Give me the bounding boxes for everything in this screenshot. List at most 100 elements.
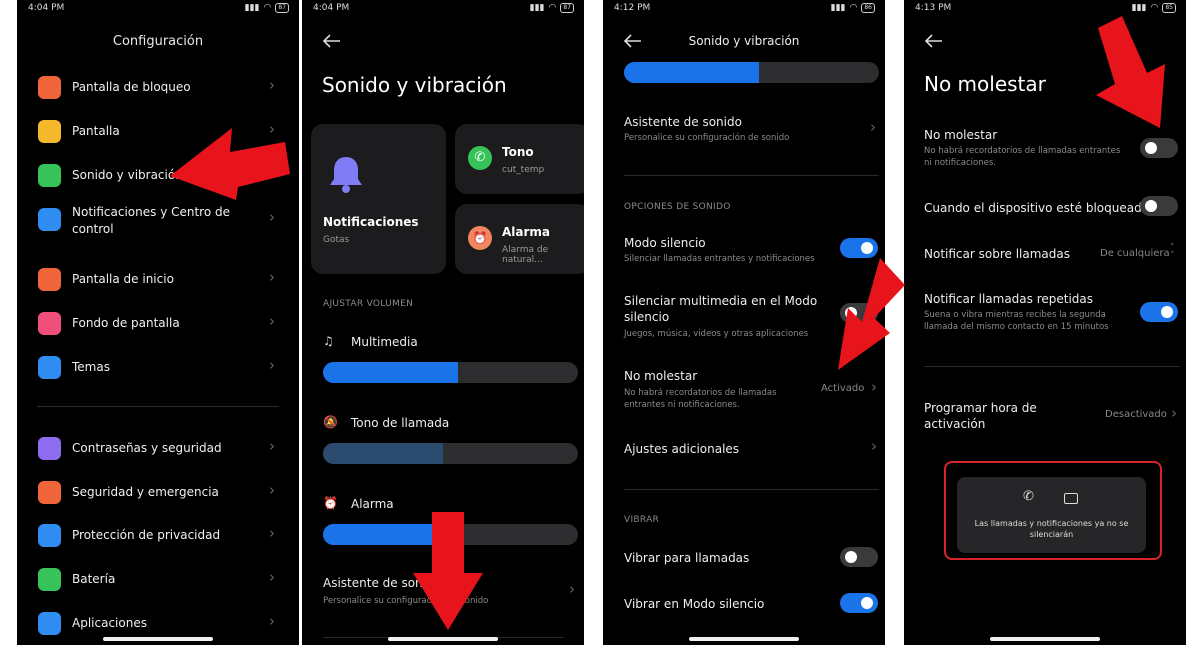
alarm-card[interactable]: ⏰ Alarma Alarma de natural... [455,204,584,274]
mute-media-subtitle: Juegos, música, videos y otras aplicacio… [624,329,809,339]
volume-slider-fill [323,524,456,545]
chevron-right-icon: › [269,481,275,499]
settings-item[interactable]: Pantalla de bloqueo › [17,76,299,104]
settings-item[interactable]: Fondo de pantalla › [17,312,299,340]
settings-item[interactable]: Temas › [17,356,299,384]
dnd-title: No molestar [924,128,998,142]
bell-icon [330,157,362,193]
section-header: VIBRAR [624,515,660,525]
settings-item[interactable]: Pantalla de inicio › [17,268,299,296]
schedule-title[interactable]: Programar hora de activación [924,400,1064,432]
status-bar: 4:12 PM ▮▮▮ ◠ 86 [603,3,885,17]
wifi-icon: ◠ [263,3,272,13]
alarm-clock-icon: ⏰ [468,226,492,250]
privacy-icon [38,524,61,547]
gear-icon [38,612,61,635]
section-header: OPCIONES DE SONIDO [624,202,731,212]
chevron-right-icon: › [269,76,275,94]
settings-item[interactable]: Aplicaciones › [17,612,299,640]
section-header: AJUSTAR VOLUMEN [323,299,414,309]
notify-calls-value: De cualquiera [1100,248,1170,259]
sound-assistant-title[interactable]: Asistente de sonido [323,575,441,591]
status-time: 4:04 PM [313,3,350,13]
volume-slider-fill [323,362,459,383]
sound-assistant-title[interactable]: Asistente de sonido [624,114,742,130]
gesture-bar[interactable] [990,637,1100,641]
wifi-icon: ◠ [849,3,858,13]
signal-icon: ▮▮▮ [830,3,846,13]
volume-slider[interactable] [323,443,578,464]
ringtone-card[interactable]: ✆ Tono cut_temp [455,124,584,194]
chevron-right-icon: › [269,208,275,226]
notification-icon [38,208,61,231]
chevron-right-icon: › [269,568,275,586]
volume-slider[interactable] [323,362,578,383]
status-bar: 4:04 PM ▮▮▮ ◠ 87 [302,3,584,17]
speaker-icon [38,164,61,187]
gesture-bar[interactable] [388,637,498,641]
wifi-icon: ◠ [1150,3,1159,13]
battery-status-icon: 86 [861,3,875,13]
chevron-right-icon: › [870,118,876,136]
repeat-calls-subtitle: Suena o vibra mientras recibes la segund… [924,310,1109,332]
silent-mode-subtitle: Silenciar llamadas entrantes y notificac… [624,254,815,264]
back-arrow-icon[interactable] [924,33,944,49]
settings-item[interactable]: Notificaciones y Centro de control › [17,205,299,236]
silent-mode-toggle[interactable] [840,238,878,258]
vibrate-silent-toggle[interactable] [840,593,878,613]
dnd-toggle[interactable] [1140,138,1178,158]
chevron-right-icon: › [569,580,575,598]
gesture-bar[interactable] [103,637,213,641]
home-icon [38,268,61,291]
settings-screen: 4:04 PM ▮▮▮ ◠ 87 Configuración Pantalla de… [17,0,299,645]
wifi-icon: ◠ [548,3,557,13]
volume-slider[interactable] [624,62,879,83]
sound-settings-screen: 4:04 PM ▮▮▮ ◠ 87 Sonido y vibración Notifi… [302,0,584,645]
repeat-calls-toggle[interactable] [1140,302,1178,322]
settings-item[interactable]: Pantalla › [17,120,299,148]
notification-icon [1064,493,1078,504]
chevron-right-icon: › [269,268,275,286]
page-title: No molestar [924,72,1046,96]
locked-device-toggle[interactable] [1140,196,1178,216]
dnd-subtitle: No habrá recordatorios de llamadas entra… [624,388,777,410]
schedule-value: Desactivado [1105,409,1167,420]
dnd-subtitle: No habrá recordatorios de llamadas entra… [924,146,1121,168]
phone-call-icon: ✆ [1023,489,1034,504]
vibrate-silent-title: Vibrar en Modo silencio [624,597,765,611]
chevron-right-icon: › [269,356,275,374]
settings-item[interactable]: Contraseñas y seguridad › [17,437,299,465]
settings-item[interactable]: Sonido y vibración › [17,164,299,192]
bell-off-icon: 🔕 [323,415,338,429]
notifications-sound-card[interactable]: Notificaciones Gotas [311,124,446,274]
divider [37,406,279,407]
signal-icon: ▮▮▮ [1131,3,1147,13]
mute-media-toggle[interactable] [840,303,878,323]
additional-settings-title[interactable]: Ajustes adicionales [624,441,739,457]
alarm-clock-icon: ⏰ [323,496,338,510]
chevron-right-icon: › [269,120,275,138]
vibrate-calls-toggle[interactable] [840,547,878,567]
volume-slider[interactable] [323,524,578,545]
volume-slider-fill [323,443,443,464]
divider [924,366,1180,367]
dnd-title[interactable]: No molestar [624,368,697,384]
settings-item-label: Protección de privacidad [72,528,221,542]
dnd-screen: 4:13 PM ▮▮▮ ◠ 85 No molestar No molestar N… [904,0,1186,645]
settings-item[interactable]: Seguridad y emergencia › [17,481,299,509]
settings-item-label: Fondo de pantalla [72,316,180,330]
notify-calls-title[interactable]: Notificar sobre llamadas [924,246,1070,262]
page-title: Sonido y vibración [688,34,800,48]
settings-item-label: Temas [72,360,110,374]
divider [624,489,879,490]
back-arrow-icon[interactable] [322,33,342,49]
chevron-updown-icon: ˄ ˅ [1170,243,1175,261]
chevron-right-icon: › [1171,404,1177,422]
chevron-right-icon: › [871,437,877,455]
gesture-bar[interactable] [689,637,799,641]
settings-item[interactable]: Batería › [17,568,299,596]
fingerprint-icon [38,437,61,460]
settings-item-label: Pantalla de inicio [72,272,174,286]
signal-icon: ▮▮▮ [244,3,260,13]
settings-item[interactable]: Protección de privacidad › [17,524,299,552]
